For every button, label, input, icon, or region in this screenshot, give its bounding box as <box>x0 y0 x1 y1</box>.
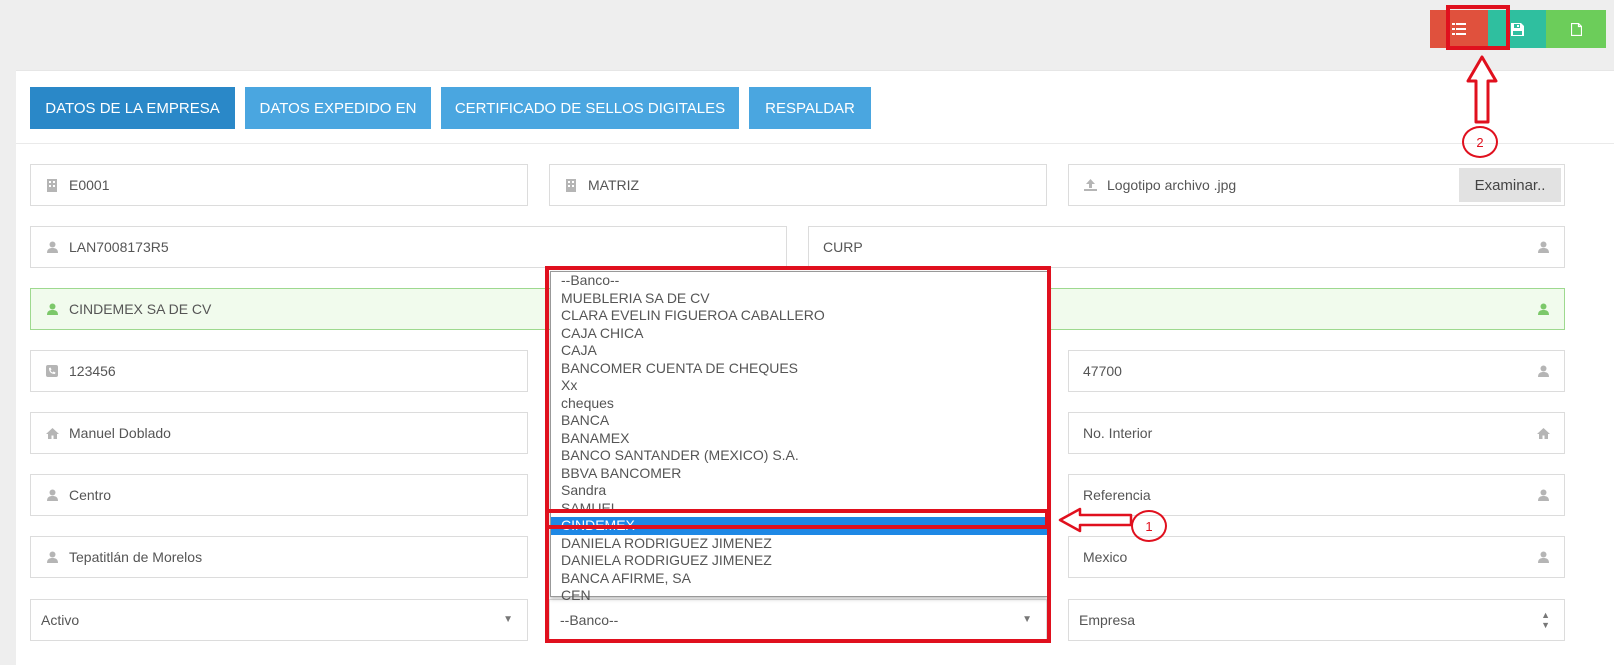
user-icon <box>1536 240 1550 254</box>
pais-value: Mexico <box>1083 549 1128 565</box>
user-icon <box>1536 550 1550 564</box>
annotation-arrow-left <box>1058 507 1133 533</box>
rfc-value: LAN7008173R5 <box>69 239 169 255</box>
calle-field[interactable]: Manuel Doblado <box>30 412 528 454</box>
annotation-selected-box <box>545 509 1049 529</box>
municipio-value: Tepatitlán de Morelos <box>69 549 203 565</box>
file-icon <box>1570 22 1582 36</box>
annotation-dropdown-box <box>545 266 1051 643</box>
tab-bar: DATOS DE LA EMPRESA DATOS EXPEDIDO EN CE… <box>16 71 1614 144</box>
calle-value: Manuel Doblado <box>69 425 171 441</box>
building-icon <box>45 178 59 192</box>
rfc-field[interactable]: LAN7008173R5 <box>30 226 787 268</box>
cp-field[interactable]: 47700 <box>1068 350 1565 392</box>
updown-arrows-icon: ▲ ▼ <box>1541 610 1550 630</box>
estado-select[interactable]: Activo ▼ <box>30 599 528 641</box>
user-icon <box>1536 488 1550 502</box>
user-icon <box>1536 364 1550 378</box>
sucursal-field[interactable]: MATRIZ <box>549 164 1047 206</box>
annotation-save-box <box>1446 5 1510 50</box>
tipo-select[interactable]: Empresa ▲ ▼ <box>1068 599 1565 641</box>
upload-icon <box>1083 178 1097 192</box>
home-icon <box>1536 426 1550 440</box>
browse-button[interactable]: Examinar.. <box>1459 168 1561 202</box>
curp-placeholder: CURP <box>823 239 863 255</box>
building-icon <box>564 178 578 192</box>
tab-datos-empresa[interactable]: DATOS DE LA EMPRESA <box>30 87 235 129</box>
user-icon <box>45 302 59 316</box>
no-interior-field[interactable]: No. Interior <box>1068 412 1565 454</box>
home-icon <box>45 426 59 440</box>
tipo-selected-value: Empresa <box>1079 612 1136 628</box>
telefono-value: 123456 <box>69 363 116 379</box>
tab-datos-expedido[interactable]: DATOS EXPEDIDO EN <box>245 87 431 129</box>
no-interior-placeholder: No. Interior <box>1083 425 1153 441</box>
user-icon <box>45 550 59 564</box>
cp-value: 47700 <box>1083 363 1122 379</box>
telefono-field[interactable]: 123456 <box>30 350 528 392</box>
referencia-field[interactable]: Referencia <box>1068 474 1565 516</box>
chevron-down-icon: ▼ <box>503 614 513 625</box>
annotation-arrow-up <box>1466 55 1498 124</box>
tab-respaldar[interactable]: RESPALDAR <box>749 87 871 129</box>
referencia-placeholder: Referencia <box>1083 487 1151 503</box>
save-icon <box>1510 22 1524 36</box>
pais-field[interactable]: Mexico <box>1068 536 1565 578</box>
estado-selected-value: Activo <box>41 612 80 628</box>
tab-certificado-sellos[interactable]: CERTIFICADO DE SELLOS DIGITALES <box>441 87 739 129</box>
clave-value: E0001 <box>69 177 110 193</box>
phone-icon <box>45 364 59 378</box>
curp-field[interactable]: CURP <box>808 226 1565 268</box>
clave-field[interactable]: E0001 <box>30 164 528 206</box>
user-icon <box>1536 302 1550 316</box>
new-document-button[interactable] <box>1546 10 1606 48</box>
logo-file-field[interactable]: Logotipo archivo .jpg Examinar.. <box>1068 164 1565 206</box>
municipio-field[interactable]: Tepatitlán de Morelos <box>30 536 528 578</box>
sucursal-value: MATRIZ <box>588 177 640 193</box>
user-icon <box>45 488 59 502</box>
colonia-field[interactable]: Centro <box>30 474 528 516</box>
annotation-step-2: 2 <box>1462 126 1498 158</box>
user-icon <box>45 240 59 254</box>
annotation-step-1: 1 <box>1131 510 1167 542</box>
logo-placeholder: Logotipo archivo .jpg <box>1107 177 1237 193</box>
razon-social-value: CINDEMEX SA DE CV <box>69 301 212 317</box>
colonia-value: Centro <box>69 487 112 503</box>
